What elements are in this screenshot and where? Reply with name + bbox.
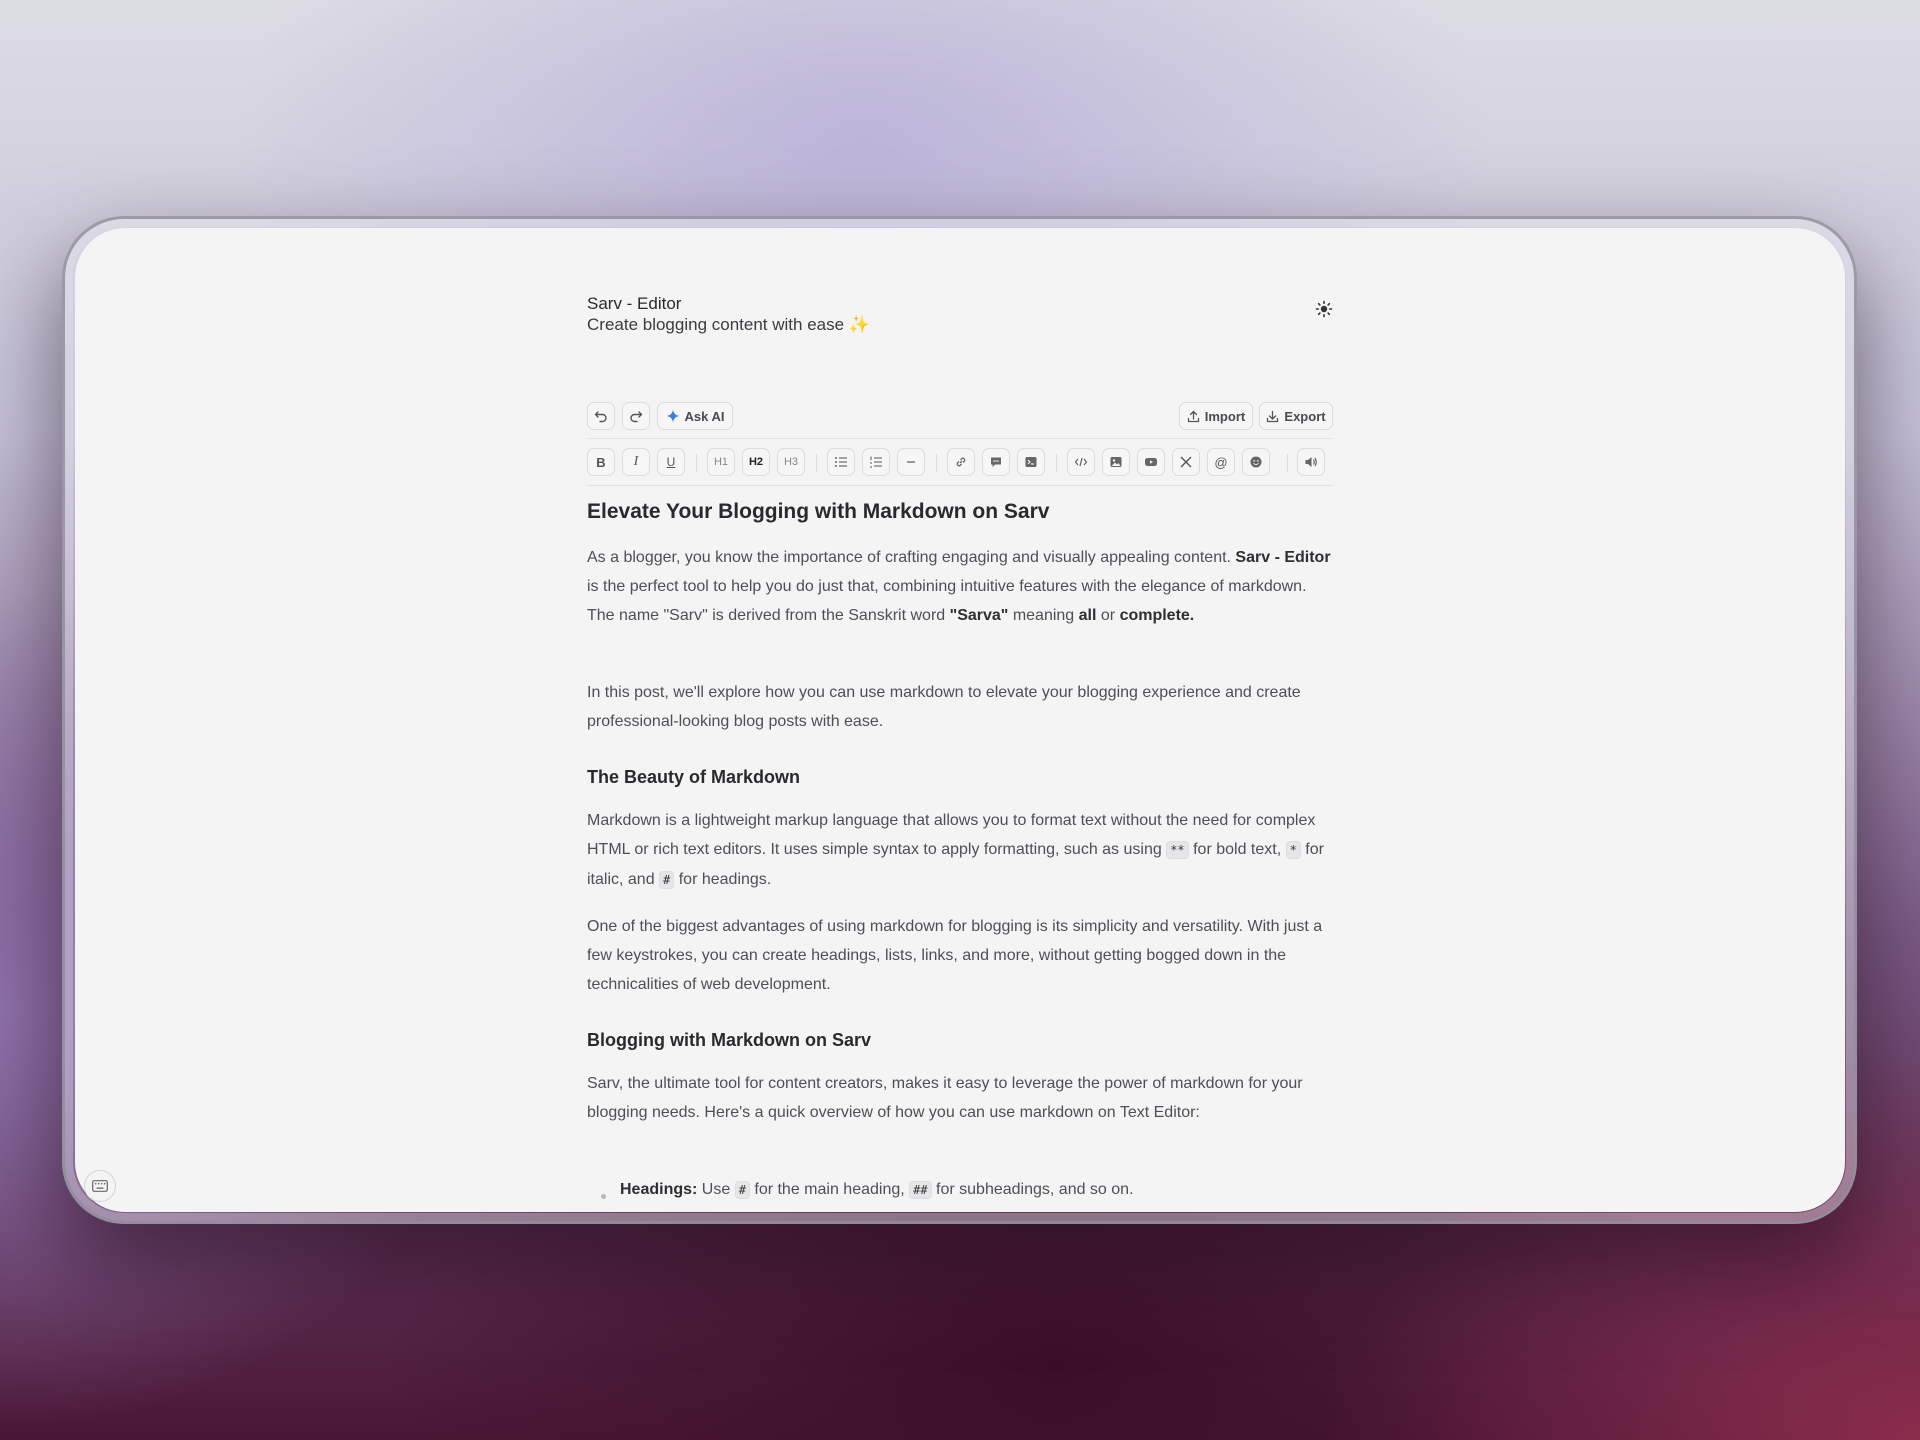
keyboard-shortcuts-button[interactable] — [84, 1170, 116, 1202]
text-to-speech-button[interactable] — [1297, 448, 1325, 476]
sparkle-icon — [666, 409, 679, 423]
x-post-button[interactable] — [1172, 448, 1200, 476]
heading2-icon: H2 — [748, 456, 764, 468]
paragraph-text: for the main heading, — [749, 1181, 910, 1198]
paragraph-text: for bold text, — [1188, 841, 1286, 858]
toolbar-divider — [587, 438, 1333, 439]
undo-button[interactable] — [587, 402, 615, 430]
redo-button[interactable] — [622, 402, 650, 430]
format-toolbar: B I U H1 H2 H3 @ — [587, 448, 1333, 478]
list-bullet — [601, 1194, 606, 1199]
toolbar-separator — [936, 454, 937, 472]
youtube-icon — [1145, 458, 1157, 466]
x-logo-icon — [1180, 456, 1192, 468]
underline-button[interactable]: U — [657, 448, 685, 476]
link-button[interactable] — [947, 448, 975, 476]
bold-button[interactable]: B — [587, 448, 615, 476]
heading1-icon: H1 — [713, 456, 729, 468]
paragraph-text: As a blogger, you know the importance of… — [587, 549, 1236, 566]
code-block-button[interactable] — [1017, 448, 1045, 476]
export-button[interactable]: Export — [1259, 402, 1333, 430]
terminal-icon — [1025, 457, 1037, 467]
bold-text: complete. — [1119, 607, 1195, 624]
heading3-button[interactable]: H3 — [777, 448, 805, 476]
list-item: Headings: Use # for the main heading, ##… — [620, 1175, 1333, 1205]
paragraph: Sarv, the ultimate tool for content crea… — [587, 1075, 1303, 1121]
undo-icon — [594, 411, 607, 423]
bold-text: "Sarva" — [949, 607, 1009, 624]
import-label: Import — [1204, 408, 1246, 424]
link-icon — [956, 457, 966, 467]
bullet-list-button[interactable] — [827, 448, 855, 476]
smiley-icon — [1250, 456, 1262, 468]
inline-code: ## — [909, 1181, 932, 1199]
document-title: Elevate Your Blogging with Markdown on S… — [587, 500, 1050, 523]
image-button[interactable] — [1102, 448, 1130, 476]
youtube-button[interactable] — [1137, 448, 1165, 476]
bold-text: Headings: — [620, 1181, 698, 1198]
paragraph: In this post, we'll explore how you can … — [587, 684, 1301, 730]
italic-icon: I — [633, 454, 639, 469]
paragraph: As a blogger, you know the importance of… — [587, 543, 1333, 630]
paragraph-text: for subheadings, and so on. — [931, 1181, 1134, 1198]
bold-text: Sarv - Editor — [1235, 549, 1331, 566]
comment-icon — [991, 457, 1001, 467]
speaker-icon — [1305, 457, 1317, 467]
emoji-button[interactable] — [1242, 448, 1270, 476]
ask-ai-label: Ask AI — [684, 408, 725, 424]
underline-icon: U — [666, 455, 676, 469]
top-toolbar: Ask AI Import Export — [587, 402, 1333, 432]
bullet-list-icon — [835, 457, 847, 467]
paragraph-text: Use — [697, 1181, 735, 1198]
download-icon — [1267, 410, 1279, 422]
inline-code: # — [659, 871, 675, 889]
inline-code: * — [1285, 841, 1301, 859]
comment-button[interactable] — [982, 448, 1010, 476]
section-heading: Blogging with Markdown on Sarv — [587, 1030, 872, 1050]
paragraph: One of the biggest advantages of using m… — [587, 918, 1323, 993]
bold-icon: B — [596, 454, 606, 470]
paragraph-text: or — [1096, 607, 1120, 624]
section-heading: The Beauty of Markdown — [587, 767, 801, 787]
toolbar-separator — [816, 454, 817, 472]
bold-text: all — [1078, 607, 1097, 624]
app-title: Sarv - Editor — [587, 294, 682, 313]
redo-icon — [630, 411, 643, 423]
keyboard-icon — [92, 1180, 108, 1192]
sun-icon — [1315, 300, 1333, 318]
minus-icon — [907, 461, 915, 463]
heading2-button[interactable]: H2 — [742, 448, 770, 476]
paragraph-text: is the perfect tool to help you do just … — [587, 578, 1307, 624]
inline-code: # — [734, 1181, 750, 1199]
toolbar-separator — [1056, 454, 1057, 472]
inline-code-button[interactable] — [1067, 448, 1095, 476]
heading1-button[interactable]: H1 — [707, 448, 735, 476]
inline-code: ** — [1166, 841, 1189, 859]
theme-toggle-button[interactable] — [1315, 300, 1333, 318]
paragraph-text: for headings. — [674, 871, 772, 888]
image-icon — [1110, 457, 1122, 467]
heading3-icon: H3 — [783, 456, 799, 468]
app-subtitle: Create blogging content with ease ✨ — [587, 315, 870, 334]
toolbar-separator — [696, 454, 697, 472]
ask-ai-button[interactable]: Ask AI — [657, 402, 733, 430]
code-icon — [1074, 457, 1088, 467]
italic-button[interactable]: I — [622, 448, 650, 476]
paragraph: Markdown is a lightweight markup languag… — [587, 806, 1333, 895]
horizontal-rule-button[interactable] — [897, 448, 925, 476]
at-sign-icon: @ — [1214, 454, 1228, 470]
numbered-list-button[interactable] — [862, 448, 890, 476]
import-button[interactable]: Import — [1179, 402, 1253, 430]
mention-button[interactable]: @ — [1207, 448, 1235, 476]
export-label: Export — [1284, 408, 1326, 424]
upload-icon — [1187, 410, 1199, 422]
toolbar-separator — [1287, 454, 1288, 472]
editor-screen: Sarv - Editor Create blogging content wi… — [75, 228, 1845, 1212]
format-divider — [587, 485, 1333, 486]
paragraph-text: meaning — [1008, 607, 1079, 624]
numbered-list-icon — [870, 456, 882, 468]
